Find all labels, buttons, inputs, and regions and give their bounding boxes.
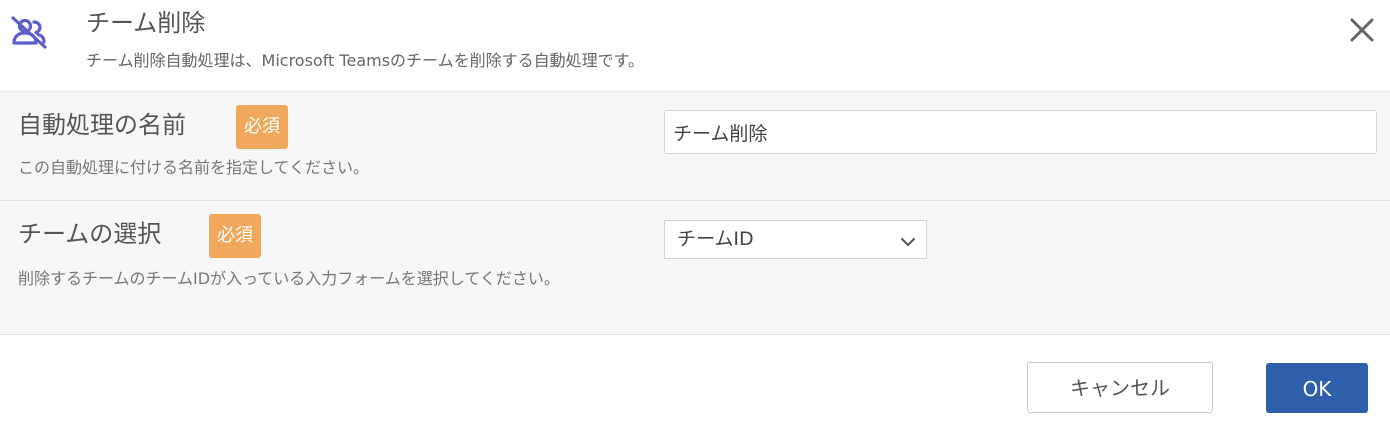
delete-team-dialog: チーム削除 チーム削除自動処理は、Microsoft Teamsのチームを削除す… <box>0 0 1390 424</box>
team-select-value: チームID <box>677 228 754 250</box>
ok-button[interactable]: OK <box>1266 363 1368 413</box>
team-select[interactable]: チームID <box>664 220 927 259</box>
name-field-row: 自動処理の名前 必須 この自動処理に付ける名前を指定してください。 <box>0 92 1390 201</box>
team-field-label: チームの選択 <box>18 220 162 248</box>
cancel-button[interactable]: キャンセル <box>1027 362 1213 413</box>
team-field-help: 削除するチームのチームIDが入っている入力フォームを選択してください。 <box>18 269 560 288</box>
name-input[interactable] <box>664 110 1377 154</box>
dialog-header: チーム削除 チーム削除自動処理は、Microsoft Teamsのチームを削除す… <box>0 0 1390 92</box>
dialog-title: チーム削除 <box>86 9 206 37</box>
required-badge: 必須 <box>209 214 261 258</box>
dialog-body: 自動処理の名前 必須 この自動処理に付ける名前を指定してください。 チームの選択… <box>0 92 1390 335</box>
team-field-row: チームの選択 必須 削除するチームのチームIDが入っている入力フォームを選択して… <box>0 201 1390 334</box>
name-field-label: 自動処理の名前 <box>18 111 186 139</box>
required-badge: 必須 <box>236 105 288 149</box>
dialog-description: チーム削除自動処理は、Microsoft Teamsのチームを削除する自動処理で… <box>86 51 644 70</box>
name-field-help: この自動処理に付ける名前を指定してください。 <box>18 158 370 177</box>
close-icon[interactable] <box>1344 12 1380 48</box>
chevron-down-icon <box>900 233 916 246</box>
team-remove-icon <box>9 14 49 50</box>
